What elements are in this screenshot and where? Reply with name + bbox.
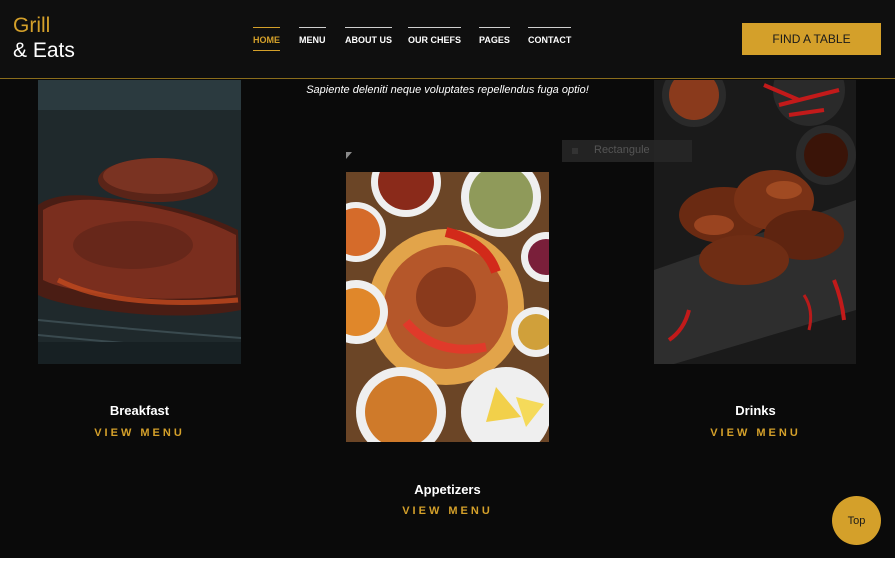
- drinks-image: [654, 80, 856, 364]
- nav-about-us[interactable]: ABOUT US: [345, 27, 392, 51]
- breakfast-view-menu-link[interactable]: VIEW MENU: [38, 427, 241, 439]
- layer-icon: [572, 148, 578, 154]
- appetizers-title: Appetizers: [414, 482, 481, 497]
- nav-our-chefs[interactable]: OUR CHEFS: [408, 27, 462, 51]
- site-header: Grill & Eats HOME MENU ABOUT US OUR CHEF…: [0, 0, 895, 79]
- appetizers-image: [346, 172, 549, 442]
- site-logo[interactable]: Grill & Eats: [13, 13, 75, 63]
- breakfast-image: [38, 80, 241, 364]
- corner-mark-icon: [346, 152, 352, 159]
- find-a-table-button[interactable]: FIND A TABLE: [742, 23, 881, 55]
- breakfast-title: Breakfast: [109, 403, 170, 418]
- logo-line-2: & Eats: [13, 39, 75, 62]
- ghost-layer-text: Rectangule: [594, 144, 650, 156]
- nav-pages[interactable]: PAGES: [479, 27, 510, 51]
- nav-menu[interactable]: MENU: [299, 27, 326, 51]
- drinks-title: Drinks: [735, 403, 776, 418]
- ghost-layer-label: Rectangule: [562, 140, 692, 162]
- nav-home[interactable]: HOME: [253, 27, 280, 51]
- scroll-to-top-button[interactable]: Top: [832, 496, 881, 545]
- drinks-view-menu-link[interactable]: VIEW MENU: [654, 427, 857, 439]
- appetizers-view-menu-link[interactable]: VIEW MENU: [346, 505, 549, 517]
- logo-line-1: Grill: [13, 14, 51, 37]
- nav-contact[interactable]: CONTACT: [528, 27, 572, 51]
